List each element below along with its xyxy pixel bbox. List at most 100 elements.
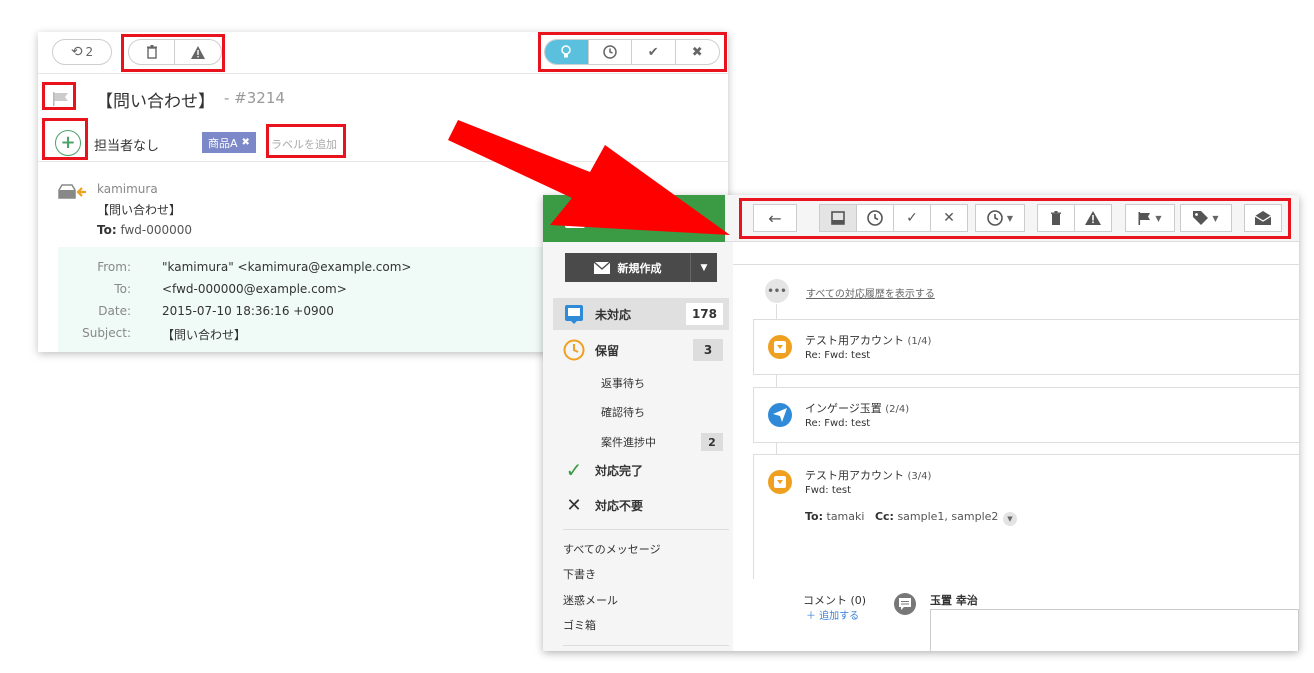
clock-icon	[563, 339, 585, 361]
tag-icon	[1193, 211, 1209, 225]
lightbulb-icon	[561, 45, 571, 58]
sidebar-item-label: 保留	[595, 343, 620, 358]
unread-count: 178	[685, 303, 723, 325]
message-card[interactable]: テスト用アカウント (3/4) Fwd: test To: tamaki Cc:…	[753, 454, 1299, 594]
more-icon[interactable]: •••	[765, 279, 789, 303]
message-to: To: fwd-000000	[97, 223, 193, 237]
message-sender: kamimura	[97, 182, 158, 196]
old-toolbar: ⟲ 2 ✔ ✖	[38, 32, 728, 74]
comment-area: コメント (0) ＋ 追加する 玉置 幸治 +	[733, 579, 1299, 651]
mark-read-button[interactable]	[1244, 204, 1282, 232]
inbox-icon	[563, 303, 585, 325]
message-card[interactable]: テスト用アカウント (1/4) Re: Fwd: test	[753, 319, 1299, 375]
label-chip: 商品A ✖	[202, 132, 256, 153]
message-subject: 【問い合わせ】	[97, 203, 182, 217]
old-action-group	[128, 39, 222, 65]
chevron-down-icon: ▼	[1155, 213, 1162, 223]
status-new-button[interactable]	[819, 204, 857, 232]
sidebar-item-hold[interactable]: 保留 3	[553, 334, 729, 366]
card-title: テスト用アカウント (1/4)	[805, 334, 932, 347]
flag-icon	[1138, 211, 1151, 225]
history-button[interactable]: ⟲ 2	[52, 39, 112, 65]
comment-label: コメント (0)	[803, 594, 867, 607]
sidebar-subitem[interactable]: 返事待ち	[601, 375, 645, 391]
sidebar-item-unhandled[interactable]: 未対応 178	[553, 298, 729, 330]
envelope-open-icon	[1255, 211, 1271, 225]
old-status-unneeded-button[interactable]: ✖	[676, 40, 719, 64]
sidebar-item-done[interactable]: ✓ 対応完了	[553, 454, 729, 486]
label-remove-icon[interactable]: ✖	[242, 137, 250, 148]
header-value: 2015-07-10 18:36:16 +0900	[162, 304, 334, 318]
card-title: テスト用アカウント (3/4)	[805, 469, 932, 482]
status-hold-button[interactable]	[856, 204, 894, 232]
new-ui-panel: 対応 ← ✓ ✕ ▼ ▼ ▼ 新規作成 ▼ 未対応 178 保留 3 返事待ち …	[543, 195, 1299, 651]
old-title-row: 【問い合わせ】 - #3214	[38, 78, 728, 118]
inbox-download-icon	[768, 470, 792, 494]
divider	[563, 529, 729, 530]
snooze-dropdown[interactable]: ▼	[975, 204, 1025, 232]
header-key: Subject:	[82, 326, 131, 340]
back-button[interactable]: ←	[753, 204, 797, 232]
close-icon: ✕	[943, 210, 955, 226]
old-status-new-button[interactable]	[545, 40, 589, 64]
arrow-left-icon: ←	[768, 208, 782, 228]
status-unneeded-button[interactable]: ✕	[930, 204, 968, 232]
divider	[563, 645, 729, 646]
history-count: 2	[85, 45, 94, 59]
sidebar-item-label: 未対応	[595, 307, 632, 322]
chevron-down-icon: ▼	[700, 262, 708, 273]
history-icon: ⟲	[70, 44, 83, 60]
old-status-group: ✔ ✖	[544, 39, 720, 65]
sidebar-item-all[interactable]: すべてのメッセージ	[563, 541, 661, 557]
add-comment-link[interactable]: ＋ 追加する	[806, 607, 859, 622]
comment-icon	[894, 593, 916, 615]
chevron-down-icon[interactable]: ▼	[1003, 512, 1017, 526]
brand-text: 対応	[595, 212, 620, 226]
spam-button[interactable]	[1074, 204, 1112, 232]
close-icon: ✕	[566, 494, 582, 516]
message-card[interactable]: インゲージ玉置 (2/4) Re: Fwd: test	[753, 387, 1299, 443]
send-icon	[768, 403, 792, 427]
flag-dropdown[interactable]: ▼	[1125, 204, 1175, 232]
delete-button[interactable]	[1037, 204, 1075, 232]
check-icon: ✓	[906, 210, 918, 226]
card-subject: Re: Fwd: test	[805, 418, 871, 429]
status-done-button[interactable]: ✓	[893, 204, 931, 232]
inbox-icon	[831, 211, 845, 225]
new-toolbar: 対応 ← ✓ ✕ ▼ ▼ ▼	[543, 195, 1299, 242]
close-icon: ✖	[691, 44, 703, 60]
sidebar-subitem[interactable]: 案件進捗中	[601, 434, 656, 450]
inbox-reply-icon	[58, 184, 86, 199]
old-trash-button[interactable]	[129, 40, 176, 64]
trash-icon	[1051, 211, 1061, 225]
comment-input[interactable]	[930, 609, 1299, 651]
clock-icon	[867, 210, 883, 226]
label-dropdown[interactable]: ▼	[1180, 204, 1232, 232]
old-status-hold-button[interactable]	[589, 40, 632, 64]
compose-label: 新規作成	[617, 261, 662, 275]
card-subject: Re: Fwd: test	[805, 350, 871, 361]
sidebar-item-drafts[interactable]: 下書き	[563, 566, 596, 582]
old-status-done-button[interactable]: ✔	[632, 40, 676, 64]
add-label-input[interactable]: ラベルを追加	[271, 136, 337, 152]
show-history-link[interactable]: すべての対応履歴を表示する	[806, 285, 935, 300]
header-value: "kamimura" <kamimura@example.com>	[162, 260, 412, 274]
sidebar: 新規作成 ▼ 未対応 178 保留 3 返事待ち 確認待ち 案件進捗中 2 ✓ …	[543, 242, 733, 651]
label-chip-text: 商品A	[208, 136, 238, 150]
comment-user: 玉置 幸治	[930, 594, 978, 607]
compose-button[interactable]: 新規作成 ▼	[565, 253, 717, 282]
sidebar-subitem[interactable]: 確認待ち	[601, 404, 645, 420]
assignee-label: 担当者なし	[94, 139, 160, 154]
compose-dropdown[interactable]: ▼	[691, 263, 717, 273]
sidebar-item-trash[interactable]: ゴミ箱	[563, 617, 596, 633]
hold-count: 3	[693, 339, 723, 361]
subitem-count: 2	[701, 433, 723, 451]
flag-icon[interactable]	[52, 92, 70, 106]
sidebar-item-spam[interactable]: 迷惑メール	[563, 592, 618, 608]
old-warning-button[interactable]	[175, 40, 221, 64]
add-assignee-button[interactable]: +	[55, 130, 81, 156]
warning-icon	[191, 45, 205, 59]
card-recipients: To: tamaki Cc: sample1, sample2	[805, 510, 999, 523]
check-icon: ✓	[565, 458, 583, 482]
sidebar-item-unneeded[interactable]: ✕ 対応不要	[553, 489, 729, 521]
